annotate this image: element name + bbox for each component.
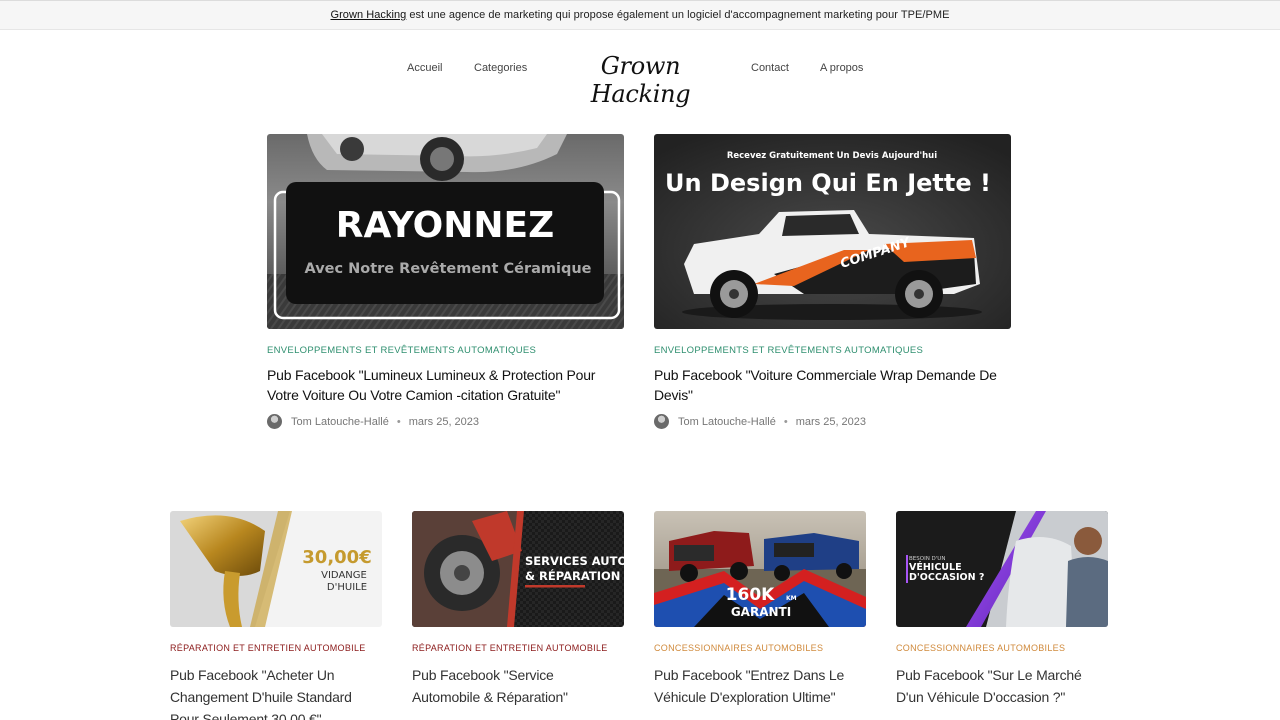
image-headline: Un Design Qui En Jette ! [665, 169, 991, 197]
post-category[interactable]: CONCESSIONNAIRES AUTOMOBILES [654, 643, 823, 653]
author-avatar [267, 414, 282, 429]
site-logo[interactable]: Grown Hacking [568, 52, 713, 108]
post-card[interactable]: 30,00€ VIDANGE D'HUILE RÉPARATION ET ENT… [170, 511, 382, 720]
post-category[interactable]: RÉPARATION ET ENTRETIEN AUTOMOBILE [412, 643, 608, 653]
ceramic-coating-image: RAYONNEZ Avec Notre Revêtement Céramique [267, 134, 624, 329]
auto-service-image: SERVICES AUTO & RÉPARATION [412, 511, 624, 627]
post-date: mars 25, 2023 [408, 415, 480, 428]
post-title[interactable]: Pub Facebook "Service Automobile & Répar… [412, 664, 624, 708]
post-thumbnail[interactable]: BESOIN D'UN VÉHICULE D'OCCASION ? [896, 511, 1108, 627]
oil-change-image: 30,00€ VIDANGE D'HUILE [170, 511, 382, 627]
nav-accueil[interactable]: Accueil [407, 62, 442, 74]
post-category[interactable]: RÉPARATION ET ENTRETIEN AUTOMOBILE [170, 643, 366, 653]
image-line2: D'HUILE [327, 582, 367, 593]
site-header: Accueil Categories Grown Hacking Contact… [0, 30, 1280, 110]
image-line1: 160K [726, 585, 775, 605]
announcement-text: est une agence de marketing qui propose … [409, 9, 950, 21]
image-top-line: Recevez Gratuitement Un Devis Aujourd'hu… [727, 151, 937, 161]
post-meta: Tom Latouche-Hallé • mars 25, 2023 [267, 414, 479, 429]
image-line1: SERVICES AUTO [525, 554, 624, 568]
image-line2: D'OCCASION ? [909, 572, 984, 583]
post-title[interactable]: Pub Facebook "Acheter Un Changement D'hu… [170, 664, 382, 720]
trucks-warranty-image: 160K KM GARANTI [654, 511, 866, 627]
post-title[interactable]: Pub Facebook "Sur Le Marché D'un Véhicul… [896, 664, 1108, 708]
post-thumbnail[interactable]: RAYONNEZ Avec Notre Revêtement Céramique [267, 134, 624, 329]
post-category[interactable]: ENVELOPPEMENTS ET REVÊTEMENTS AUTOMATIQU… [654, 345, 923, 356]
post-thumbnail[interactable]: 160K KM GARANTI [654, 511, 866, 627]
post-title[interactable]: Pub Facebook "Voiture Commerciale Wrap D… [654, 366, 1011, 405]
meta-separator: • [783, 415, 788, 428]
brand-link[interactable]: Grown Hacking [330, 9, 406, 21]
truck-wrap-image: Recevez Gratuitement Un Devis Aujourd'hu… [654, 134, 1011, 329]
post-title[interactable]: Pub Facebook "Entrez Dans Le Véhicule D'… [654, 664, 866, 708]
post-card[interactable]: BESOIN D'UN VÉHICULE D'OCCASION ? CONCES… [896, 511, 1108, 720]
post-author[interactable]: Tom Latouche-Hallé [678, 416, 776, 428]
image-unit: KM [786, 595, 797, 602]
post-thumbnail[interactable]: Recevez Gratuitement Un Devis Aujourd'hu… [654, 134, 1011, 329]
used-vehicle-image: BESOIN D'UN VÉHICULE D'OCCASION ? [896, 511, 1108, 627]
post-title[interactable]: Pub Facebook "Lumineux Lumineux & Protec… [267, 366, 627, 405]
nav-contact[interactable]: Contact [751, 62, 789, 74]
meta-separator: • [396, 415, 401, 428]
nav-categories[interactable]: Categories [474, 62, 527, 74]
post-card[interactable]: SERVICES AUTO & RÉPARATION RÉPARATION ET… [412, 511, 624, 720]
author-avatar [654, 414, 669, 429]
nav-a-propos[interactable]: A propos [820, 62, 863, 74]
post-date: mars 25, 2023 [795, 415, 867, 428]
post-category[interactable]: ENVELOPPEMENTS ET REVÊTEMENTS AUTOMATIQU… [267, 345, 536, 356]
post-author[interactable]: Tom Latouche-Hallé [291, 416, 389, 428]
post-meta: Tom Latouche-Hallé • mars 25, 2023 [654, 414, 866, 429]
featured-post-card[interactable]: RAYONNEZ Avec Notre Revêtement Céramique… [267, 134, 624, 434]
post-category[interactable]: CONCESSIONNAIRES AUTOMOBILES [896, 643, 1065, 653]
image-headline: RAYONNEZ [336, 205, 554, 246]
image-line2: GARANTI [731, 605, 791, 619]
image-line1: VIDANGE [321, 570, 367, 581]
image-line2: & RÉPARATION [525, 568, 620, 583]
post-card[interactable]: 160K KM GARANTI CONCESSIONNAIRES AUTOMOB… [654, 511, 866, 720]
image-price: 30,00€ [302, 547, 371, 568]
featured-post-card[interactable]: Recevez Gratuitement Un Devis Aujourd'hu… [654, 134, 1011, 434]
image-subheadline: Avec Notre Revêtement Céramique [304, 261, 591, 277]
announcement-bar: Grown Hacking est une agence de marketin… [0, 0, 1280, 30]
post-thumbnail[interactable]: SERVICES AUTO & RÉPARATION [412, 511, 624, 627]
post-thumbnail[interactable]: 30,00€ VIDANGE D'HUILE [170, 511, 382, 627]
